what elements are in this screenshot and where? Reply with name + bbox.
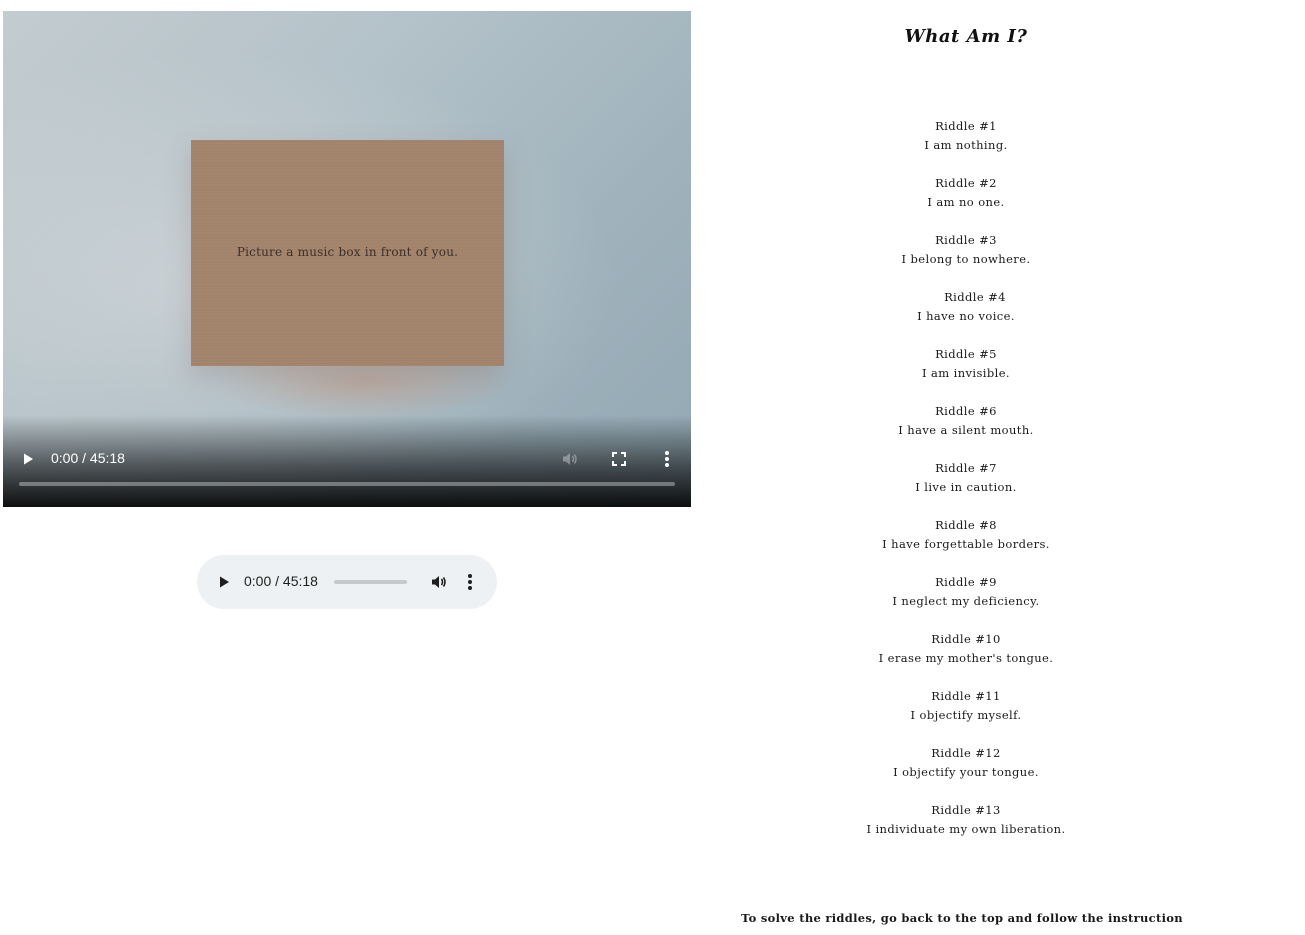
riddles-instruction: To solve the riddles, go back to the top…: [741, 911, 1183, 925]
riddle-item: Riddle #6 I have a silent mouth.: [731, 402, 1201, 440]
audio-time-display: 0:00 / 45:18: [244, 573, 318, 589]
riddle-label: Riddle #11: [931, 689, 1001, 703]
riddle-item: Riddle #13 I individuate my own liberati…: [731, 801, 1201, 839]
riddle-label: Riddle #13: [931, 803, 1001, 817]
audio-more-options-button[interactable]: [459, 571, 481, 593]
video-card: Picture a music box in front of you.: [191, 140, 504, 366]
riddle-label: Riddle #2: [935, 176, 997, 190]
riddle-text: I am no one.: [927, 195, 1005, 209]
volume-muted-icon: [563, 453, 577, 465]
riddle-item: Riddle #5 I am invisible.: [731, 345, 1201, 383]
fullscreen-icon: [612, 452, 626, 466]
riddle-text: I have a silent mouth.: [898, 423, 1034, 437]
riddle-item: Riddle #9 I neglect my deficiency.: [731, 573, 1201, 611]
riddle-label: Riddle #4: [944, 290, 1006, 304]
riddle-label: Riddle #6: [935, 404, 997, 418]
riddle-item: Riddle #12 I objectify your tongue.: [731, 744, 1201, 782]
riddle-item: Riddle #7 I live in caution.: [731, 459, 1201, 497]
riddle-item: Riddle #11 I objectify myself.: [731, 687, 1201, 725]
riddle-label: Riddle #10: [931, 632, 1001, 646]
audio-player: 0:00 / 45:18: [197, 555, 497, 609]
play-icon: [24, 453, 33, 465]
riddle-item: Riddle #3 I belong to nowhere.: [731, 231, 1201, 269]
more-vertical-icon: [468, 574, 472, 590]
video-time-display: 0:00 / 45:18: [51, 450, 125, 466]
play-icon: [220, 576, 229, 588]
riddle-text: I have no voice.: [917, 309, 1015, 323]
riddle-text: I neglect my deficiency.: [892, 594, 1040, 608]
riddle-label: Riddle #7: [935, 461, 997, 475]
video-card-text: Picture a music box in front of you.: [236, 245, 459, 259]
riddle-item: Riddle #10 I erase my mother's tongue.: [731, 630, 1201, 668]
video-play-button[interactable]: [17, 448, 39, 470]
riddle-text: I belong to nowhere.: [901, 252, 1031, 266]
audio-volume-button[interactable]: [428, 571, 450, 593]
riddle-text: I am invisible.: [922, 366, 1010, 380]
audio-progress-bar[interactable]: [334, 580, 407, 584]
riddle-text: I objectify your tongue.: [893, 765, 1039, 779]
riddle-label: Riddle #8: [935, 518, 997, 532]
riddle-label: Riddle #1: [935, 119, 997, 133]
audio-play-button[interactable]: [213, 571, 235, 593]
video-fullscreen-button[interactable]: [608, 448, 630, 470]
more-vertical-icon: [665, 451, 669, 467]
riddle-item: Riddle #4 I have no voice.: [731, 288, 1201, 326]
video-player[interactable]: Picture a music box in front of you. 0:0…: [3, 11, 691, 507]
riddle-text: I live in caution.: [915, 480, 1017, 494]
riddle-text: I am nothing.: [924, 138, 1008, 152]
riddle-text: I objectify myself.: [910, 708, 1022, 722]
riddle-text: I have forgettable borders.: [882, 537, 1050, 551]
riddle-label: Riddle #3: [935, 233, 997, 247]
riddle-text: I erase my mother's tongue.: [878, 651, 1054, 665]
riddle-item: Riddle #2 I am no one.: [731, 174, 1201, 212]
video-more-options-button[interactable]: [656, 448, 678, 470]
riddle-item: Riddle #8 I have forgettable borders.: [731, 516, 1201, 554]
video-mute-button[interactable]: [559, 448, 581, 470]
riddle-text: I individuate my own liberation.: [866, 822, 1066, 836]
riddle-label: Riddle #12: [931, 746, 1001, 760]
volume-icon: [432, 576, 446, 588]
video-progress-bar[interactable]: [19, 482, 675, 486]
riddle-label: Riddle #5: [935, 347, 997, 361]
page-title: What Am I?: [904, 26, 1028, 47]
riddle-item: Riddle #1 I am nothing.: [731, 117, 1201, 155]
riddle-label: Riddle #9: [935, 575, 997, 589]
